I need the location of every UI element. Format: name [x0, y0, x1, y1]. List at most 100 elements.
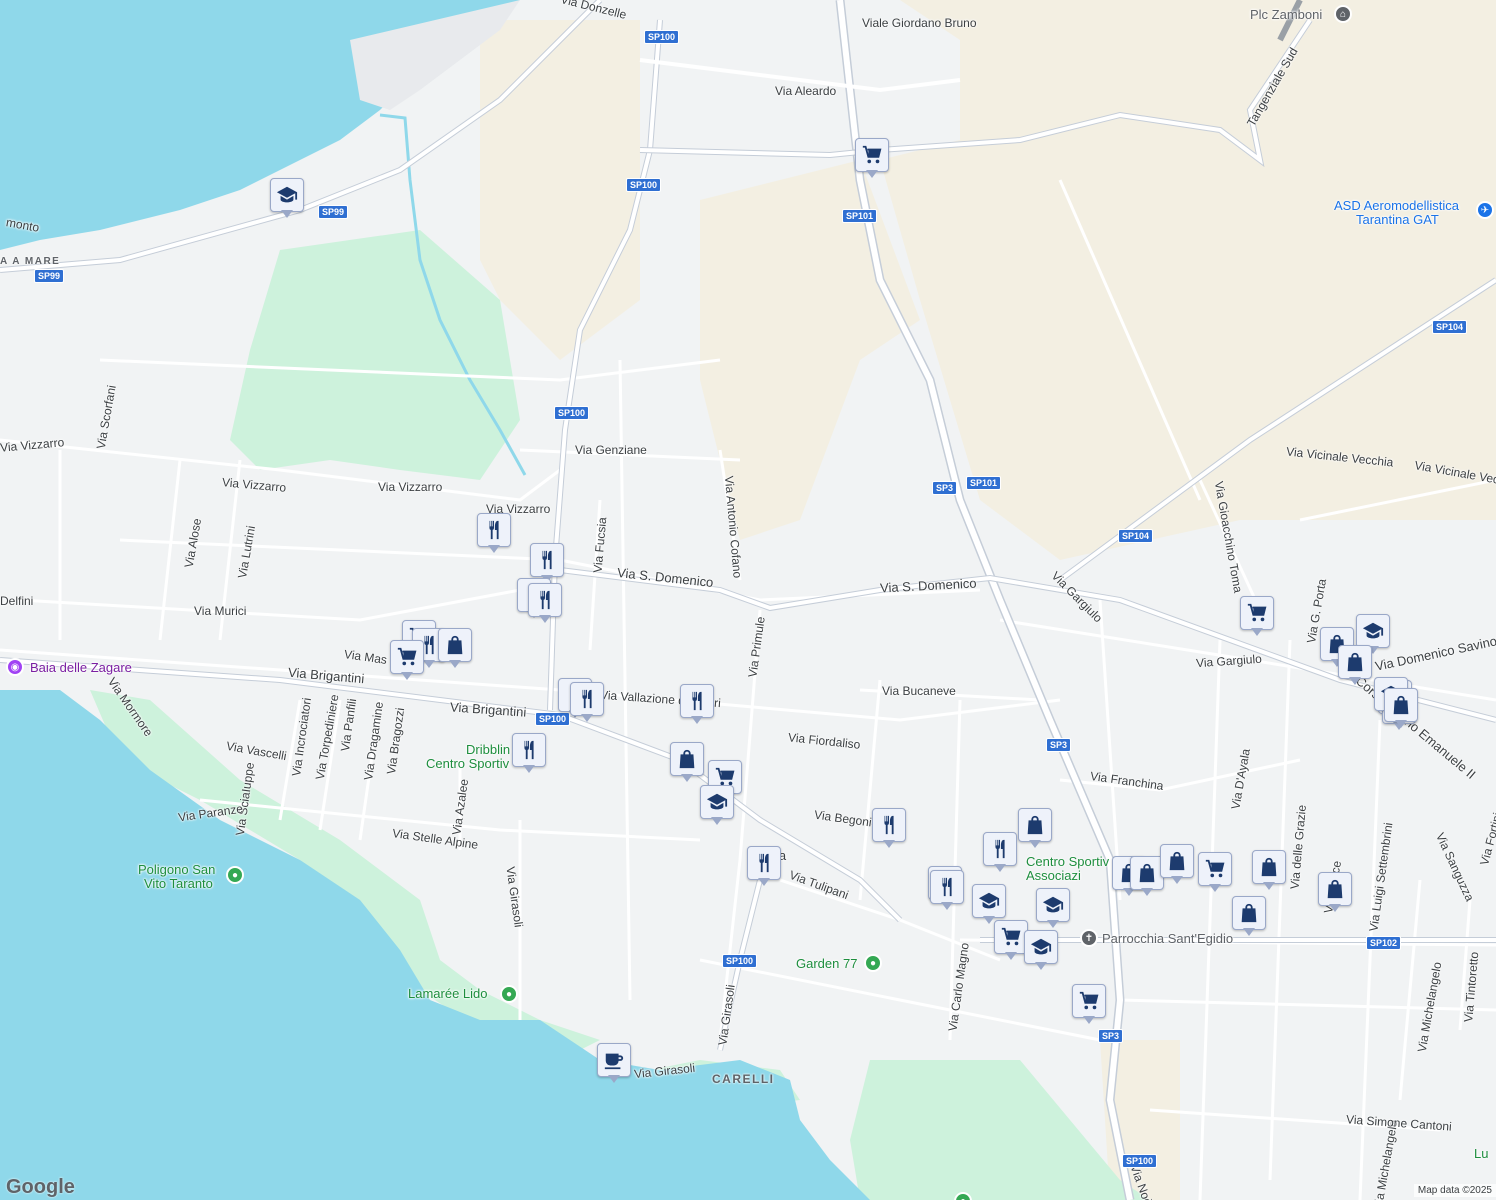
shopping-bag-icon — [1327, 879, 1343, 899]
grocery-marker[interactable] — [1240, 596, 1274, 638]
restaurant-icon — [942, 877, 952, 897]
map-canvas[interactable]: Via Donzelle Viale Giordano Bruno Via Al… — [0, 0, 1496, 1200]
shopping-marker[interactable] — [438, 628, 472, 670]
shopping-bag-icon — [679, 749, 695, 769]
school-icon — [978, 892, 1000, 909]
street-label: Via Genziane — [575, 443, 647, 457]
shopping-marker[interactable] — [1338, 645, 1372, 687]
route-shield: SP3 — [1046, 738, 1072, 752]
place-label-dribbling[interactable]: Centro Sportiv — [426, 756, 509, 771]
area-label: A A MARE — [0, 256, 61, 267]
cafe-icon — [604, 1053, 624, 1070]
shopping-cart-icon — [1001, 927, 1021, 946]
park-icon: ● — [226, 866, 244, 884]
route-shield: SP100 — [644, 30, 680, 44]
restaurant-icon — [524, 740, 534, 760]
restaurant-marker[interactable] — [528, 583, 562, 625]
restaurant-marker[interactable] — [680, 684, 714, 726]
shopping-bag-icon — [1261, 857, 1277, 877]
place-label-plc-zamboni[interactable]: Plc Zamboni — [1250, 7, 1322, 22]
church-icon: ✝ — [1080, 929, 1098, 947]
grocery-marker[interactable] — [390, 640, 424, 682]
park-icon: ● — [864, 954, 882, 972]
route-shield: SP3 — [932, 481, 958, 495]
map-attribution[interactable]: Map data ©2025 — [1413, 1184, 1496, 1197]
place-label-poligono[interactable]: Poligono San — [138, 862, 215, 877]
area-label-carelli: CARELLI — [712, 1072, 775, 1086]
shopping-marker[interactable] — [1018, 808, 1052, 850]
shopping-marker[interactable] — [1252, 850, 1286, 892]
restaurant-marker[interactable] — [872, 808, 906, 850]
route-shield: SP3 — [1098, 1029, 1124, 1043]
place-label-baia[interactable]: Baia delle Zagare — [30, 660, 132, 675]
school-marker[interactable] — [700, 785, 734, 827]
shopping-marker[interactable] — [1160, 844, 1194, 886]
place-label[interactable]: Lu — [1474, 1146, 1488, 1161]
shopping-cart-icon — [1079, 991, 1099, 1010]
place-label-poligono[interactable]: Vito Taranto — [144, 876, 213, 891]
restaurant-marker[interactable] — [983, 832, 1017, 874]
school-marker[interactable] — [1036, 888, 1070, 930]
grocery-marker[interactable] — [1072, 984, 1106, 1026]
route-shield: SP104 — [1432, 320, 1468, 334]
route-shield: SP101 — [966, 476, 1002, 490]
place-label-asd[interactable]: Tarantina GAT — [1356, 212, 1439, 227]
shopping-marker[interactable] — [1130, 856, 1164, 898]
route-shield: SP100 — [626, 178, 662, 192]
restaurant-marker[interactable] — [570, 682, 604, 724]
grocery-marker[interactable] — [855, 138, 889, 180]
route-shield: SP104 — [1118, 529, 1154, 543]
place-label-dribbling[interactable]: Dribblin — [466, 742, 510, 757]
shopping-bag-icon — [1347, 652, 1363, 672]
school-icon — [1362, 622, 1384, 639]
school-marker[interactable] — [1024, 930, 1058, 972]
school-marker[interactable] — [270, 178, 304, 220]
shopping-cart-icon — [862, 145, 882, 164]
street-label: Delfini — [0, 594, 34, 608]
restaurant-icon — [759, 853, 769, 873]
street-label: Via Vizzarro — [378, 480, 443, 494]
field-area — [480, 20, 640, 360]
restaurant-icon — [542, 550, 552, 570]
cafe-marker[interactable] — [597, 1043, 631, 1085]
place-label-parrocchia[interactable]: Parrocchia Sant'Egidio — [1102, 931, 1233, 946]
restaurant-marker[interactable] — [930, 870, 964, 912]
place-label-centro[interactable]: Centro Sportiv — [1026, 854, 1109, 869]
shopping-marker[interactable] — [670, 742, 704, 784]
grocery-marker[interactable] — [994, 920, 1028, 962]
route-shield: SP102 — [1366, 936, 1402, 950]
shopping-marker[interactable] — [1384, 688, 1418, 730]
shopping-bag-icon — [1393, 695, 1409, 715]
route-shield: SP100 — [722, 954, 758, 968]
route-shield: SP99 — [34, 269, 65, 283]
google-logo: Google — [6, 1176, 75, 1198]
route-shield: SP101 — [842, 209, 878, 223]
shopping-marker[interactable] — [1318, 872, 1352, 914]
place-label-garden[interactable]: Garden 77 — [796, 956, 857, 971]
restaurant-icon — [692, 691, 702, 711]
restaurant-marker[interactable] — [747, 846, 781, 888]
park-area — [230, 230, 520, 480]
place-label-centro[interactable]: Associazi — [1026, 868, 1081, 883]
place-label-lamaree[interactable]: Lamarée Lido — [408, 986, 488, 1001]
shopping-bag-icon — [1139, 863, 1155, 883]
route-shield: SP100 — [1122, 1154, 1158, 1168]
route-shield: SP99 — [318, 205, 349, 219]
street-label: Viale Giordano Bruno — [862, 16, 977, 30]
grocery-marker[interactable] — [1198, 852, 1232, 894]
shopping-bag-icon — [1169, 851, 1185, 871]
camera-icon: ◉ — [6, 658, 24, 676]
place-label-asd[interactable]: ASD Aeromodellistica — [1334, 198, 1459, 213]
airport-icon: ✈ — [1476, 201, 1494, 219]
route-shield: SP100 — [554, 406, 590, 420]
restaurant-icon — [582, 689, 592, 709]
street-label: Via Murici — [194, 604, 247, 618]
street-label: Via Bucaneve — [882, 684, 956, 698]
restaurant-marker[interactable] — [512, 733, 546, 775]
school-icon — [1042, 896, 1064, 913]
restaurant-marker[interactable] — [477, 513, 511, 555]
shopping-cart-icon — [397, 647, 417, 666]
park-icon: ● — [500, 985, 518, 1003]
shopping-cart-icon — [1205, 859, 1225, 878]
shopping-marker[interactable] — [1232, 896, 1266, 938]
